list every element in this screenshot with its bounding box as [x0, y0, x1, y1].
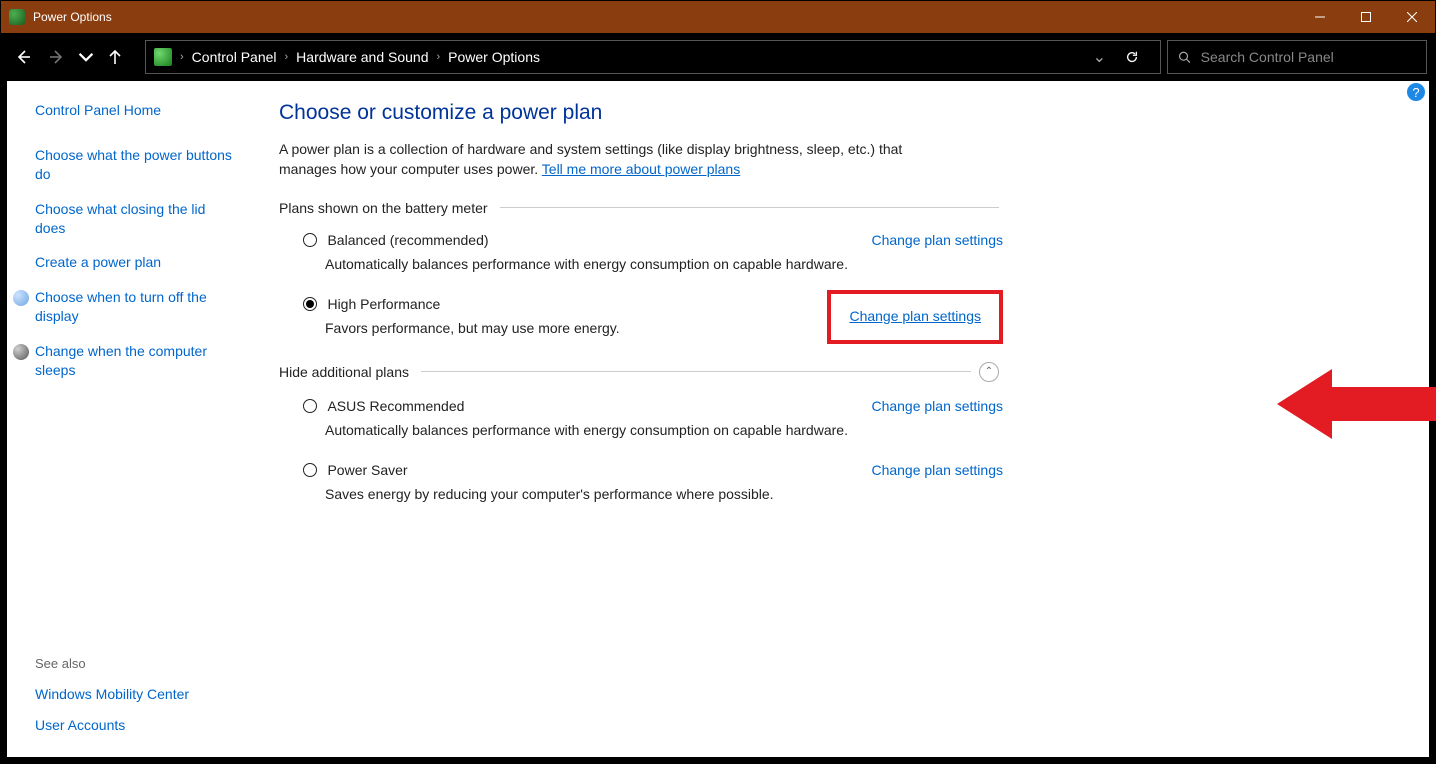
sidebar-power-buttons-link[interactable]: Choose what the power buttons do	[35, 146, 235, 184]
control-panel-home-link[interactable]: Control Panel Home	[35, 101, 251, 120]
power-saver-radio[interactable]	[303, 463, 317, 477]
back-button[interactable]	[9, 43, 37, 71]
section-battery-meter: Plans shown on the battery meter	[279, 200, 488, 216]
sidebar-computer-sleeps-link[interactable]: Change when the computer sleeps	[35, 342, 213, 380]
refresh-button[interactable]	[1112, 40, 1152, 74]
asus-plan-name: ASUS Recommended	[327, 398, 464, 414]
window-title: Power Options	[33, 10, 1297, 24]
search-box[interactable]	[1167, 40, 1427, 74]
sidebar-create-plan-link[interactable]: Create a power plan	[35, 253, 235, 272]
power-saver-change-settings-link[interactable]: Change plan settings	[871, 462, 1003, 478]
search-icon	[1178, 50, 1191, 64]
high-performance-change-settings-link[interactable]: Change plan settings	[849, 308, 981, 324]
forward-button[interactable]	[43, 43, 71, 71]
page-heading: Choose or customize a power plan	[279, 101, 1399, 125]
sidebar: Control Panel Home Choose what the power…	[7, 81, 267, 757]
high-performance-plan-name: High Performance	[327, 296, 440, 312]
breadcrumb-mid[interactable]: Hardware and Sound	[296, 49, 428, 65]
asus-change-settings-link[interactable]: Change plan settings	[871, 398, 1003, 414]
tell-me-more-link[interactable]: Tell me more about power plans	[542, 161, 740, 177]
breadcrumb-leaf[interactable]: Power Options	[448, 49, 540, 65]
collapse-icon[interactable]: ⌃	[979, 362, 999, 382]
breadcrumb-root[interactable]: Control Panel	[192, 49, 277, 65]
balanced-plan-desc: Automatically balances performance with …	[325, 256, 871, 272]
chevron-right-icon: ›	[436, 51, 440, 63]
app-icon	[9, 9, 25, 25]
user-accounts-link[interactable]: User Accounts	[35, 716, 251, 735]
control-panel-icon	[154, 48, 172, 66]
highlight-annotation: Change plan settings	[827, 290, 1003, 344]
sidebar-turn-off-display-link[interactable]: Choose when to turn off the display	[35, 288, 213, 326]
address-bar[interactable]: › Control Panel › Hardware and Sound › P…	[145, 40, 1161, 74]
high-performance-radio[interactable]	[303, 297, 317, 311]
balanced-change-settings-link[interactable]: Change plan settings	[871, 232, 1003, 248]
maximize-button[interactable]	[1343, 1, 1389, 33]
sidebar-closing-lid-link[interactable]: Choose what closing the lid does	[35, 200, 235, 238]
high-performance-plan-desc: Favors performance, but may use more ene…	[325, 320, 827, 336]
arrow-annotation	[1277, 359, 1436, 454]
intro-text: A power plan is a collection of hardware…	[279, 139, 959, 180]
asus-radio[interactable]	[303, 399, 317, 413]
balanced-plan-name: Balanced (recommended)	[327, 232, 488, 248]
chevron-right-icon: ›	[285, 51, 289, 63]
recent-dropdown[interactable]	[77, 43, 95, 71]
nav-bar: › Control Panel › Hardware and Sound › P…	[1, 33, 1435, 81]
see-also-label: See also	[35, 656, 251, 671]
minimize-button[interactable]	[1297, 1, 1343, 33]
power-saver-plan-desc: Saves energy by reducing your computer's…	[325, 486, 871, 502]
balanced-radio[interactable]	[303, 233, 317, 247]
main-content: Choose or customize a power plan A power…	[267, 81, 1429, 757]
asus-plan-desc: Automatically balances performance with …	[325, 422, 871, 438]
power-saver-plan-name: Power Saver	[327, 462, 407, 478]
display-icon	[13, 290, 29, 306]
section-hide-additional[interactable]: Hide additional plans	[279, 364, 409, 380]
title-bar: Power Options	[1, 1, 1435, 33]
search-input[interactable]	[1201, 49, 1416, 65]
up-button[interactable]	[101, 43, 129, 71]
chevron-right-icon: ›	[180, 51, 184, 63]
moon-icon	[13, 344, 29, 360]
close-button[interactable]	[1389, 1, 1435, 33]
mobility-center-link[interactable]: Windows Mobility Center	[35, 685, 251, 704]
chevron-down-icon[interactable]: ⌄	[1093, 47, 1106, 67]
